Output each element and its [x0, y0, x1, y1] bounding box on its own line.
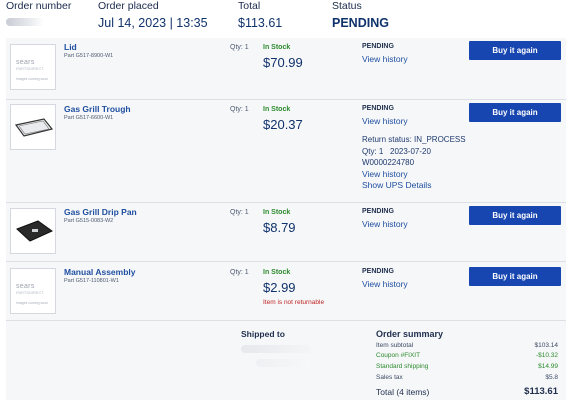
- shipping-address-redacted: [241, 345, 311, 353]
- order-number-redacted: [6, 18, 44, 26]
- thumbnail-caption: images coming soon: [16, 301, 49, 305]
- view-history-link[interactable]: View history: [362, 54, 408, 64]
- buy-it-again-button[interactable]: Buy it again: [469, 267, 561, 286]
- buy-it-again-button[interactable]: Buy it again: [469, 103, 561, 122]
- part-number: Part G515-0083-W2: [64, 218, 114, 224]
- part-number: Part G517-6600-W1: [64, 115, 114, 121]
- summary-total-value: $113.61: [524, 386, 558, 397]
- item-price: $20.37: [263, 117, 303, 132]
- item-price: $8.79: [263, 220, 296, 235]
- stock-status: In Stock: [263, 269, 291, 276]
- total-label: Total: [238, 0, 261, 12]
- product-name-link[interactable]: Manual Assembly: [64, 267, 136, 277]
- order-item-row: sears PARTSDIRECT images coming soon Manu…: [6, 262, 566, 321]
- order-placed-value: Jul 14, 2023 | 13:35: [98, 16, 208, 30]
- drip-pan-image: [16, 220, 53, 242]
- show-ups-details-link[interactable]: Show UPS Details: [362, 180, 431, 190]
- view-history-link[interactable]: View history: [362, 279, 408, 289]
- status-block: Status PENDING: [332, 0, 389, 31]
- order-item-row: Gas Grill Trough Part G517-6600-W1 Qty: …: [6, 100, 566, 203]
- summary-total-label: Total (4 items): [376, 387, 430, 397]
- summary-label: Item subtotal: [376, 342, 414, 349]
- summary-row-shipping: Standard shipping $14.99: [376, 363, 558, 370]
- item-status: PENDING: [362, 208, 394, 215]
- product-name-link[interactable]: Lid: [64, 42, 77, 52]
- stock-status: In Stock: [263, 209, 291, 216]
- product-thumbnail[interactable]: sears PARTSDIRECT images coming soon: [10, 268, 56, 314]
- summary-label: Sales tax: [376, 374, 403, 381]
- shipping-address-redacted: [256, 359, 311, 367]
- order-item-row: sears PARTSDIRECT images coming soon Lid …: [6, 38, 566, 100]
- summary-value: $103.14: [534, 342, 559, 349]
- order-placed-label: Order placed: [98, 0, 159, 12]
- order-item-row: Gas Grill Drip Pan Part G515-0083-W2 Qty…: [6, 203, 566, 262]
- thumbnail-caption: images coming soon: [16, 77, 49, 81]
- quantity: Qty: 1: [230, 269, 249, 276]
- summary-value: -$10.32: [535, 352, 558, 359]
- stock-status: In Stock: [263, 106, 291, 113]
- part-number: Part G517-110801-W1: [64, 278, 119, 284]
- sears-logo: sears PARTSDIRECT: [16, 59, 44, 71]
- summary-value: $5.8: [545, 374, 558, 381]
- order-header: Order number Order placed Jul 14, 2023 |…: [0, 0, 566, 36]
- summary-row-coupon: Coupon #FIXIT -$10.32: [376, 352, 558, 359]
- summary-label: Standard shipping: [376, 363, 429, 370]
- item-status: PENDING: [362, 268, 394, 275]
- order-number-block: Order number: [6, 0, 71, 31]
- return-status: Return status: IN_PROCESS: [362, 135, 466, 144]
- order-summary-title: Order summary: [376, 329, 444, 339]
- product-name-link[interactable]: Gas Grill Drip Pan: [64, 207, 137, 217]
- shipped-to-label: Shipped to: [241, 329, 285, 339]
- summary-label: Coupon #FIXIT: [376, 352, 421, 359]
- product-name-link[interactable]: Gas Grill Trough: [64, 104, 131, 114]
- grill-trough-image: [14, 118, 54, 137]
- product-thumbnail[interactable]: sears PARTSDIRECT images coming soon: [10, 44, 56, 90]
- total-value: $113.61: [238, 16, 283, 30]
- item-price: $70.99: [263, 55, 303, 70]
- stock-status: In Stock: [263, 44, 291, 51]
- product-thumbnail[interactable]: [10, 208, 56, 254]
- item-status: PENDING: [362, 43, 394, 50]
- item-price: $2.99: [263, 280, 296, 295]
- not-returnable-note: Item is not returnable: [263, 299, 325, 306]
- order-number-label: Order number: [6, 0, 72, 12]
- part-number: Part G517-8900-W1: [64, 53, 114, 59]
- buy-it-again-button[interactable]: Buy it again: [469, 41, 561, 60]
- quantity: Qty: 1: [230, 44, 249, 51]
- product-thumbnail[interactable]: [10, 104, 56, 150]
- status-value: PENDING: [332, 16, 389, 30]
- quantity: Qty: 1: [230, 106, 249, 113]
- order-footer: Shipped to Order summary Item subtotal $…: [6, 321, 566, 400]
- return-id: W0000224780: [362, 158, 415, 167]
- return-qty-date: Qty: 1 2023-07-20: [362, 147, 431, 156]
- summary-total: Total (4 items) $113.61: [376, 386, 558, 397]
- quantity: Qty: 1: [230, 209, 249, 216]
- view-history-link[interactable]: View history: [362, 116, 408, 126]
- order-placed-block: Order placed Jul 14, 2023 | 13:35: [98, 0, 208, 31]
- sears-logo: sears PARTSDIRECT: [16, 283, 44, 295]
- summary-row-tax: Sales tax $5.8: [376, 374, 558, 381]
- summary-row-subtotal: Item subtotal $103.14: [376, 342, 558, 349]
- summary-value: $14.99: [538, 363, 558, 370]
- return-view-history-link[interactable]: View history: [362, 169, 408, 179]
- item-status: PENDING: [362, 105, 394, 112]
- buy-it-again-button[interactable]: Buy it again: [469, 206, 561, 225]
- status-label: Status: [332, 0, 362, 12]
- view-history-link[interactable]: View history: [362, 219, 408, 229]
- total-block: Total $113.61: [238, 0, 282, 31]
